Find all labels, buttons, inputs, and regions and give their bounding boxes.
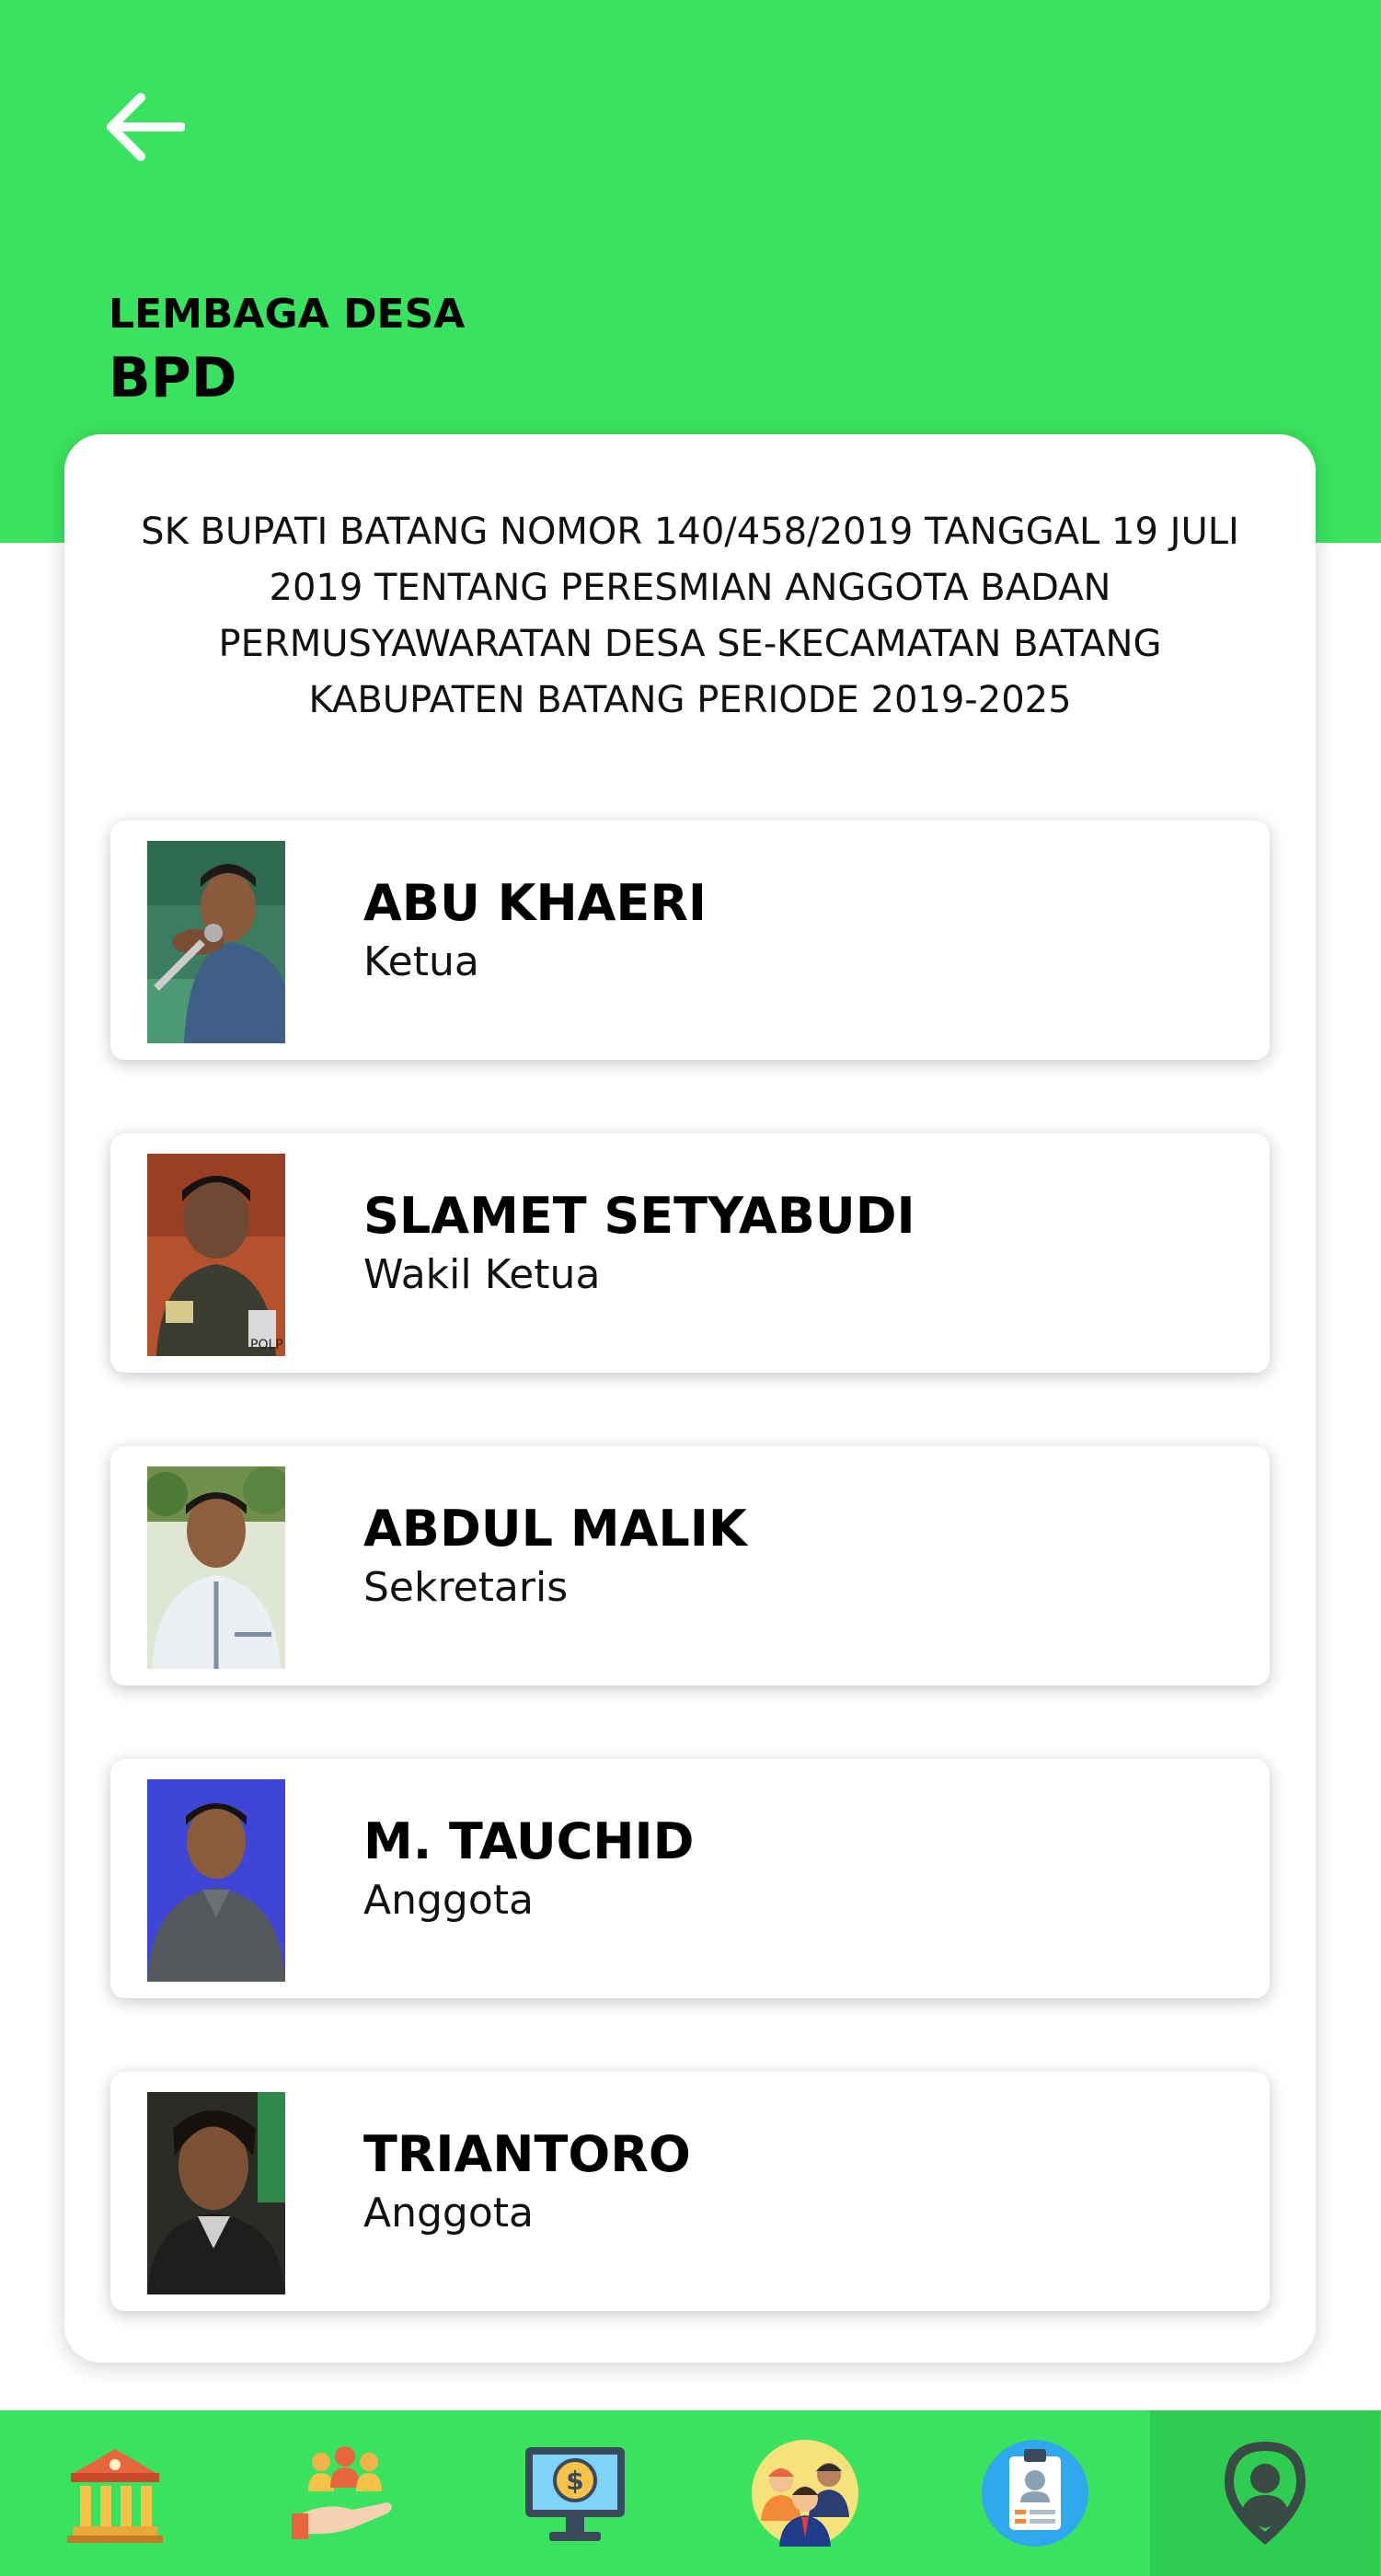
- member-role: Anggota: [363, 2190, 534, 2237]
- member-photo: [147, 1466, 285, 1669]
- member-card[interactable]: TRIANTORO Anggota: [110, 2072, 1270, 2311]
- member-photo: [147, 2092, 285, 2294]
- member-card[interactable]: ABDUL MALIK Sekretaris: [110, 1446, 1270, 1685]
- member-role: Ketua: [363, 938, 479, 985]
- member-photo: POLP: [147, 1154, 285, 1356]
- member-name: ABU KHAERI: [363, 874, 707, 932]
- nav-item-location[interactable]: [1150, 2410, 1380, 2576]
- member-role: Sekretaris: [363, 1564, 569, 1611]
- member-role: Anggota: [363, 1877, 534, 1924]
- member-photo: [147, 841, 285, 1043]
- nav-item-profile-card[interactable]: [920, 2410, 1150, 2576]
- member-name: M. TAUCHID: [363, 1812, 695, 1870]
- svg-text:$: $: [566, 2466, 583, 2496]
- member-role: Wakil Ketua: [363, 1251, 601, 1298]
- nav-item-people[interactable]: [690, 2410, 920, 2576]
- arrow-left-icon: [107, 93, 185, 161]
- finance-monitor-icon: $: [525, 2447, 625, 2541]
- nav-item-community[interactable]: [230, 2410, 460, 2576]
- people-group-icon: [752, 2440, 858, 2547]
- member-card[interactable]: POLP SLAMET SETYABUDI Wakil Ketua: [110, 1133, 1270, 1373]
- location-person-pin-icon: [1225, 2442, 1306, 2545]
- member-name: SLAMET SETYABUDI: [363, 1187, 915, 1245]
- government-building-icon: [67, 2449, 163, 2543]
- member-card[interactable]: M. TAUCHID Anggota: [110, 1759, 1270, 1998]
- bottom-navigation: $: [0, 2410, 1381, 2576]
- member-card[interactable]: ABU KHAERI Ketua: [110, 821, 1270, 1060]
- nav-item-finance[interactable]: $: [460, 2410, 690, 2576]
- member-photo: [147, 1779, 285, 1982]
- nav-item-government[interactable]: [0, 2410, 230, 2576]
- id-card-clipboard-icon: [982, 2440, 1088, 2547]
- page-kicker: LEMBAGA DESA: [109, 291, 466, 338]
- back-button[interactable]: [99, 85, 191, 169]
- member-name: ABDUL MALIK: [363, 1500, 747, 1558]
- community-hand-icon: [292, 2446, 392, 2539]
- svg-text:POLP: POLP: [250, 1338, 283, 1352]
- member-name: TRIANTORO: [363, 2125, 691, 2183]
- decree-text: SK BUPATI BATANG NOMOR 140/458/2019 TANG…: [141, 511, 1239, 721]
- page-title: BPD: [109, 346, 237, 410]
